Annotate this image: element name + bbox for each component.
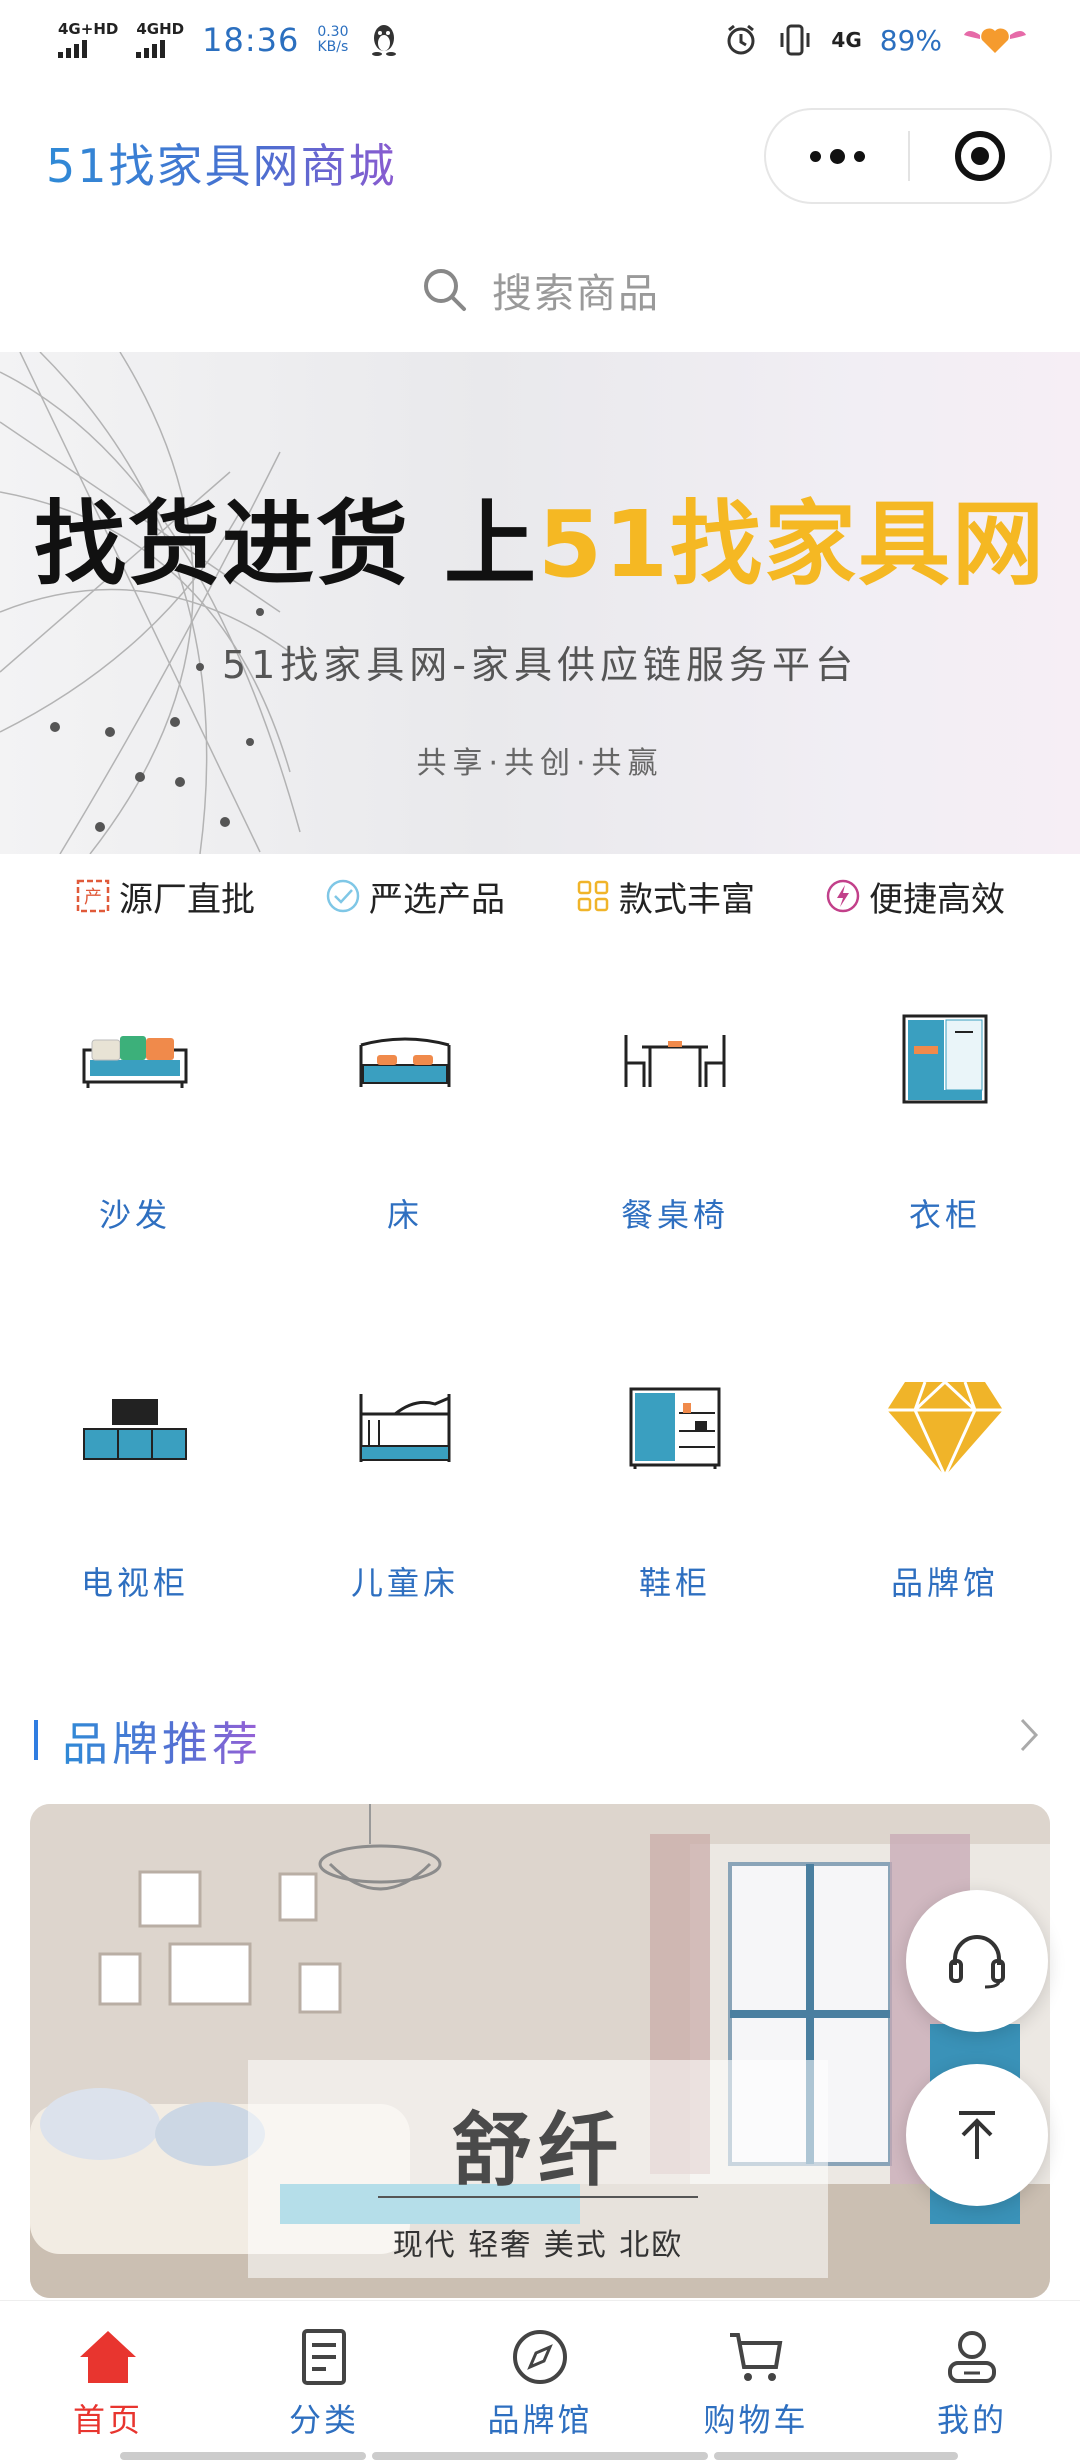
category-bunk-bed[interactable]: 儿童床: [270, 1328, 540, 1628]
status-bar: 4G+HD 4GHD 18:36 0.30 KB/s 4G 89%: [0, 0, 1080, 80]
close-miniprogram-button[interactable]: [910, 110, 1050, 202]
gesture-bar: [120, 2452, 366, 2460]
category-bed[interactable]: 床: [270, 960, 540, 1260]
search-placeholder: 搜索商品: [492, 271, 660, 317]
category-brand-hall[interactable]: 品牌馆: [810, 1328, 1080, 1628]
promo-banner[interactable]: 找货进货 上51找家具网 51找家具网-家具供应链服务平台 共享·共创·共赢: [0, 352, 1080, 854]
signal-strength-1: 4G+HD: [58, 22, 118, 58]
dot-icon: [853, 150, 865, 162]
headset-icon: [949, 1935, 1005, 1989]
app-title: 51找家具网商城: [46, 130, 397, 196]
search-icon: [424, 269, 466, 311]
gesture-bar: [714, 2452, 958, 2460]
feature-rich-styles: 款式丰富: [575, 872, 755, 921]
status-time: 18:36: [202, 21, 300, 59]
feature-factory-direct: 产 源厂直批: [75, 872, 255, 921]
bottom-tab-bar: 首页 分类 品牌馆 购物车 我的: [0, 2300, 1080, 2460]
target-circle-icon: [955, 131, 1005, 181]
tab-category[interactable]: 分类: [216, 2301, 432, 2460]
category-dining-set[interactable]: 餐桌椅: [540, 960, 810, 1260]
dot-icon: [809, 150, 821, 162]
back-to-top-icon: [959, 2111, 995, 2159]
user-icon: [940, 2325, 1004, 2389]
brand-label: 舒纤 现代 轻奢 美式 北欧: [248, 2060, 828, 2278]
tab-brand-hall[interactable]: 品牌馆: [432, 2301, 648, 2460]
tab-cart[interactable]: 购物车: [648, 2301, 864, 2460]
bunk-bed-icon: [335, 1368, 475, 1488]
feature-efficient: 便捷高效: [825, 872, 1005, 921]
banner-title: 找货进货 上51找家具网: [33, 491, 1047, 598]
chevron-right-icon: [1020, 1718, 1039, 1752]
cart-icon: [724, 2325, 788, 2389]
qq-penguin-icon: [366, 22, 402, 58]
category-shoe-cabinet[interactable]: 鞋柜: [540, 1328, 810, 1628]
alarm-icon: [723, 22, 759, 58]
navigation-header: 51找家具网商城: [0, 108, 1080, 208]
vibrate-icon: [777, 22, 813, 58]
search-bar[interactable]: 搜索商品: [0, 250, 1080, 330]
brand-card[interactable]: 舒纤 现代 轻奢 美式 北欧: [30, 1804, 1050, 2298]
signal-bars-icon: [58, 40, 87, 58]
diamond-icon: [875, 1368, 1015, 1488]
home-icon: [76, 2325, 140, 2389]
dot-icon: [829, 148, 845, 164]
grid-icon: [575, 878, 611, 914]
section-marker: [34, 1720, 38, 1760]
banner-subtitle: 51找家具网-家具供应链服务平台: [221, 643, 859, 687]
shoe-cabinet-icon: [605, 1368, 745, 1488]
sofa-icon: [65, 1000, 205, 1120]
customer-service-button[interactable]: [906, 1890, 1048, 2032]
factory-icon: 产: [75, 878, 111, 914]
tab-profile[interactable]: 我的: [864, 2301, 1080, 2460]
feature-strip: 产 源厂直批 严选产品 款式丰富 便捷高效: [0, 868, 1080, 924]
tab-home[interactable]: 首页: [0, 2301, 216, 2460]
category-sofa[interactable]: 沙发: [0, 960, 270, 1260]
heart-wings-icon: [960, 22, 1030, 58]
category-tv-cabinet[interactable]: 电视柜: [0, 1328, 270, 1628]
brand-styles: 现代 轻奢 美式 北欧: [392, 2228, 684, 2263]
feature-selected-products: 严选产品: [325, 872, 505, 921]
lightning-icon: [825, 878, 861, 914]
app-screen: 4G+HD 4GHD 18:36 0.30 KB/s 4G 89% 51找家具网…: [0, 0, 1080, 2460]
tv-cabinet-icon: [65, 1368, 205, 1488]
brand-divider: [378, 2196, 698, 2198]
network-speed: 0.30 KB/s: [317, 23, 349, 55]
network-type: 4G: [831, 28, 862, 52]
signal-bars-icon: [136, 40, 166, 58]
banner-tagline: 共享·共创·共赢: [416, 746, 664, 781]
category-icon: [292, 2325, 356, 2389]
signal-strength-2: 4GHD: [136, 22, 184, 58]
bed-icon: [335, 1000, 475, 1120]
wardrobe-icon: [875, 1000, 1015, 1120]
more-options-button[interactable]: [766, 110, 908, 202]
battery-level: 89%: [879, 23, 942, 57]
back-to-top-button[interactable]: [906, 2064, 1048, 2206]
check-circle-icon: [325, 878, 361, 914]
brand-name: 舒纤: [452, 2104, 624, 2197]
gesture-bar: [372, 2452, 708, 2460]
capsule-menu: [764, 108, 1052, 204]
compass-icon: [508, 2325, 572, 2389]
brand-section-title: 品牌推荐: [62, 1708, 262, 1774]
dining-set-icon: [605, 1000, 745, 1120]
svg-text:产: 产: [84, 887, 102, 908]
category-wardrobe[interactable]: 衣柜: [810, 960, 1080, 1260]
brand-section-header[interactable]: 品牌推荐: [0, 1700, 1080, 1771]
